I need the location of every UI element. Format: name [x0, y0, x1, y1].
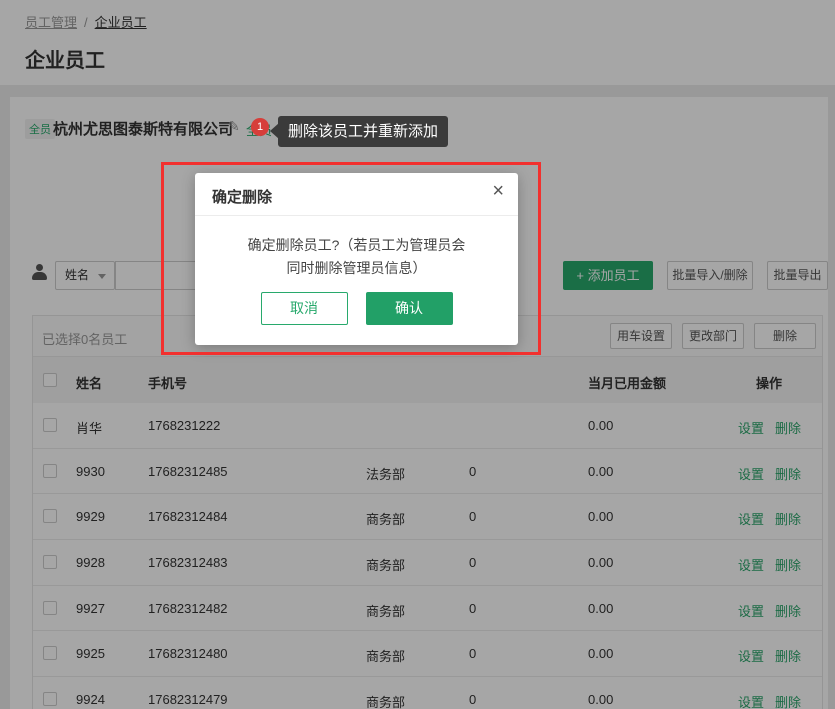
modal-body: 确定删除员工?（若员工为管理员会 同时删除管理员信息）	[195, 234, 518, 280]
confirm-delete-modal: 确定删除 × 确定删除员工?（若员工为管理员会 同时删除管理员信息） 取消 确认	[195, 173, 518, 345]
modal-buttons: 取消 确认	[195, 292, 518, 325]
cancel-button[interactable]: 取消	[261, 292, 348, 325]
modal-body-line2: 同时删除管理员信息）	[195, 257, 518, 280]
employee-management-page: 员工管理/企业员工 企业员工 全员 杭州尤思图泰斯特有限公司 ✎ 全员 姓名 +…	[0, 0, 835, 709]
modal-title: 确定删除	[212, 186, 272, 207]
modal-divider	[195, 215, 518, 216]
confirm-button[interactable]: 确认	[366, 292, 453, 325]
notification-badge: 1	[251, 118, 269, 136]
close-icon[interactable]: ×	[492, 181, 504, 201]
modal-backdrop	[0, 0, 835, 709]
modal-body-line1: 确定删除员工?（若员工为管理员会	[195, 234, 518, 257]
tooltip: 删除该员工并重新添加	[278, 116, 448, 147]
